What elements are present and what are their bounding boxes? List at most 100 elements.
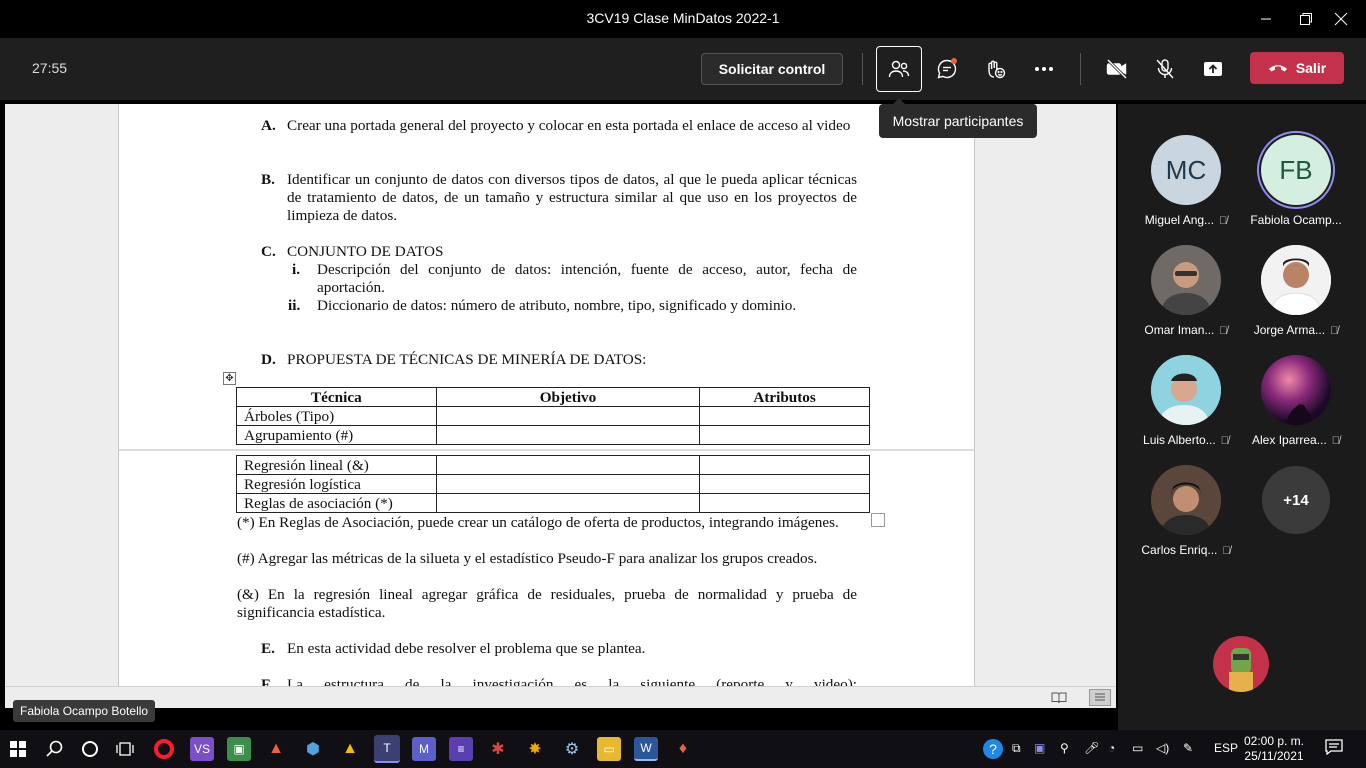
participant-tile[interactable]: FB Fabiola Ocamp... bbox=[1241, 135, 1351, 245]
microphone-button[interactable] bbox=[1142, 46, 1188, 92]
tray-app-icon[interactable]: ⧉ bbox=[1012, 741, 1021, 756]
participant-name: Alex Iparrea... bbox=[1252, 433, 1327, 447]
note-association: (*) En Reglas de Asociación, puede crear… bbox=[237, 514, 839, 531]
window-title: 3CV19 Clase MinDatos 2022-1 bbox=[586, 10, 780, 26]
search-icon[interactable] bbox=[43, 737, 67, 761]
app-icon[interactable]: ✱ bbox=[486, 737, 510, 761]
bot-avatar[interactable] bbox=[1213, 636, 1269, 692]
matlab-icon[interactable]: ▲ bbox=[264, 737, 288, 761]
item-c-label: C. bbox=[261, 243, 276, 260]
table-cell[interactable] bbox=[699, 493, 870, 513]
leave-button[interactable]: Salir bbox=[1250, 52, 1344, 84]
cortana-icon[interactable] bbox=[78, 737, 102, 761]
microphone-tray-icon[interactable]: 🎤︎ bbox=[1084, 741, 1099, 755]
table-row: Agrupamiento (#) bbox=[236, 425, 870, 445]
table-cell[interactable] bbox=[699, 455, 870, 475]
table-cell[interactable] bbox=[435, 455, 701, 475]
notifications-icon[interactable] bbox=[1325, 739, 1343, 758]
clock[interactable]: 02:00 p. m. 25/11/2021 bbox=[1240, 734, 1308, 764]
participant-tile[interactable]: Alex Iparrea... 🎙̸ bbox=[1241, 355, 1351, 465]
steam-icon[interactable]: ⚙ bbox=[560, 737, 584, 761]
participant-tile[interactable]: MC Miguel Ang... 🎙̸ bbox=[1131, 135, 1241, 245]
visual-studio-icon[interactable]: VS bbox=[190, 737, 214, 761]
participant-name: Fabiola Ocamp... bbox=[1250, 213, 1342, 227]
print-layout-icon[interactable] bbox=[1089, 689, 1111, 706]
app-icon[interactable]: ▣ bbox=[227, 737, 251, 761]
participant-tile[interactable]: Luis Alberto... 🎙̸ bbox=[1131, 355, 1241, 465]
item-ci-text: Descripción del conjunto de datos: inten… bbox=[317, 261, 857, 296]
leave-label: Salir bbox=[1295, 60, 1327, 76]
item-d-label: D. bbox=[261, 351, 276, 368]
camera-button[interactable] bbox=[1094, 46, 1140, 92]
network-icon[interactable]: ◔ bbox=[1108, 741, 1115, 755]
header-atributos: Atributos bbox=[699, 387, 870, 407]
table-cell[interactable] bbox=[435, 406, 701, 426]
close-button[interactable] bbox=[1318, 0, 1364, 38]
pen-icon[interactable]: ✎ bbox=[1183, 741, 1193, 755]
show-participants-button[interactable] bbox=[876, 46, 922, 92]
table-header-row: Técnica Objetivo Atributos bbox=[236, 387, 870, 407]
table-cell[interactable]: Regresión lineal (&) bbox=[236, 455, 437, 475]
item-e-label: E. bbox=[261, 640, 275, 657]
participant-tile[interactable]: Carlos Enriq... 🎙̸ bbox=[1131, 465, 1241, 575]
task-view-icon[interactable] bbox=[113, 737, 137, 761]
app-icon[interactable]: ≡ bbox=[449, 737, 473, 761]
participant-name: Omar Iman... bbox=[1144, 323, 1215, 337]
chat-button[interactable] bbox=[924, 46, 970, 92]
windows-start-icon[interactable] bbox=[6, 737, 30, 761]
item-d-text: PROPUESTA DE TÉCNICAS DE MINERÍA DE DATO… bbox=[287, 351, 647, 368]
participant-tile[interactable]: Jorge Arma... 🎙̸ bbox=[1241, 245, 1351, 355]
file-explorer-icon[interactable]: ▭ bbox=[597, 737, 621, 761]
warning-app-icon[interactable]: ▲ bbox=[338, 737, 362, 761]
presenter-name-tag: Fabiola Ocampo Botello bbox=[13, 700, 156, 722]
app-icon[interactable]: ✸ bbox=[523, 737, 547, 761]
participant-tile[interactable]: Omar Iman... 🎙̸ bbox=[1131, 245, 1241, 355]
share-button[interactable] bbox=[1190, 46, 1236, 92]
table-cell[interactable] bbox=[699, 425, 870, 445]
teams-tray-icon[interactable]: ▣ bbox=[1034, 741, 1045, 755]
item-c-text: CONJUNTO DE DATOS bbox=[287, 243, 444, 260]
request-control-button[interactable]: Solicitar control bbox=[701, 53, 843, 85]
reactions-button[interactable] bbox=[972, 46, 1018, 92]
table-cell[interactable] bbox=[435, 474, 701, 494]
more-participants-button[interactable]: +14 bbox=[1262, 466, 1330, 534]
app-icon[interactable]: ♦ bbox=[671, 737, 695, 761]
ellipsis-icon bbox=[1035, 67, 1053, 71]
note-regression: (&) En la regresión lineal agregar gráfi… bbox=[237, 586, 857, 621]
table-cell[interactable] bbox=[435, 493, 701, 513]
opera-icon[interactable] bbox=[152, 737, 176, 761]
table-row: Regresión lineal (&) bbox=[236, 455, 870, 475]
stage-bottom-bar bbox=[5, 708, 1116, 730]
volume-icon[interactable]: ◁) bbox=[1156, 741, 1169, 755]
language-indicator[interactable]: ESP bbox=[1214, 741, 1238, 755]
app-icon[interactable]: M bbox=[412, 737, 436, 761]
table-cell[interactable] bbox=[699, 406, 870, 426]
table-cell[interactable] bbox=[435, 425, 701, 445]
table-cell[interactable]: Agrupamiento (#) bbox=[236, 425, 437, 445]
table-cell[interactable]: Reglas de asociación (*) bbox=[236, 493, 437, 513]
header-objetivo: Objetivo bbox=[435, 387, 701, 407]
read-mode-icon[interactable] bbox=[1051, 691, 1067, 704]
participant-name: Jorge Arma... bbox=[1253, 323, 1326, 337]
word-icon[interactable]: W bbox=[634, 737, 658, 761]
battery-icon[interactable]: ▭ bbox=[1132, 741, 1143, 755]
table-cell[interactable] bbox=[699, 474, 870, 494]
mic-off-icon: 🎙̸ bbox=[1331, 435, 1340, 447]
tray-app-icon[interactable]: ⚲ bbox=[1060, 741, 1069, 755]
help-icon[interactable]: ? bbox=[982, 738, 1004, 763]
table-resize-handle[interactable] bbox=[871, 513, 885, 527]
table-cell[interactable]: Árboles (Tipo) bbox=[236, 406, 437, 426]
more-options-button[interactable] bbox=[1021, 46, 1067, 92]
techniques-table-continued: Regresión lineal (&) Regresión logística… bbox=[236, 455, 870, 513]
item-ci-label: i. bbox=[292, 261, 301, 278]
teams-icon[interactable]: T bbox=[374, 735, 400, 763]
item-a-text: Crear una portada general del proyecto y… bbox=[287, 117, 851, 134]
item-cii-label: ii. bbox=[288, 297, 301, 314]
table-cell[interactable]: Regresión logística bbox=[236, 474, 437, 494]
mic-off-icon: 🎙̸ bbox=[1330, 325, 1339, 337]
item-b-label: B. bbox=[261, 171, 275, 188]
taskbar: VS ▣ ▲ ⬢ ▲ T M ≡ ✱ ✸ ⚙ ▭ W ♦ ? ⧉ ▣ ⚲ 🎤︎ … bbox=[0, 730, 1366, 768]
table-move-handle[interactable]: ✥ bbox=[223, 372, 236, 385]
document-status-bar bbox=[5, 686, 1116, 708]
virtualbox-icon[interactable]: ⬢ bbox=[301, 737, 325, 761]
